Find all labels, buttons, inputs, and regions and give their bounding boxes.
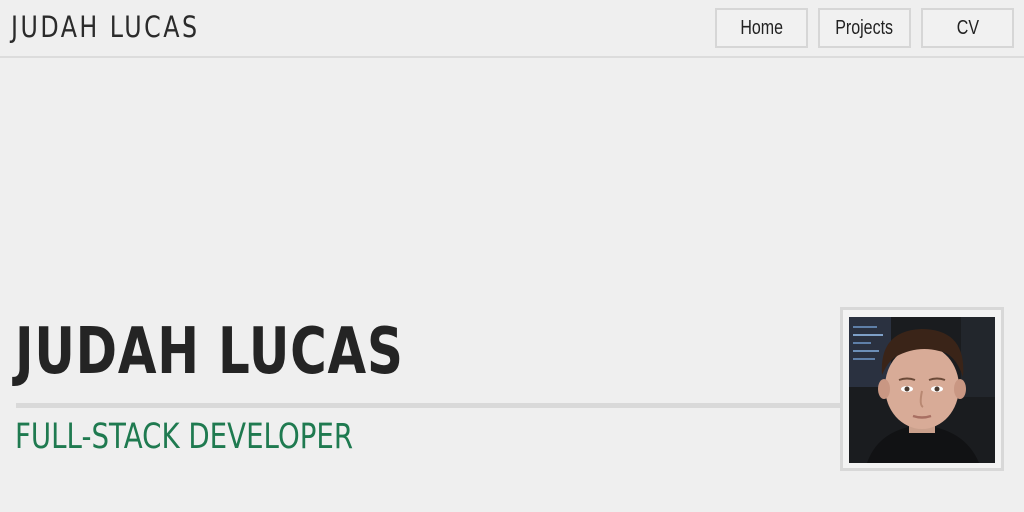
nav-home-label: Home	[740, 16, 783, 39]
profile-photo	[849, 317, 995, 463]
hero-divider	[16, 403, 841, 408]
hero-name: JUDAH LUCAS	[15, 315, 404, 389]
profile-photo-icon	[849, 317, 995, 463]
nav-cv-label: CV	[956, 16, 979, 39]
nav-home-button[interactable]: Home	[715, 8, 808, 48]
nav-cv-button[interactable]: CV	[921, 8, 1014, 48]
nav-projects-label: Projects	[835, 16, 894, 39]
nav-projects-button[interactable]: Projects	[818, 8, 911, 48]
site-brand[interactable]: JUDAH LUCAS	[11, 10, 200, 44]
profile-photo-frame	[840, 307, 1004, 471]
hero-role: FULL-STACK DEVELOPER	[15, 417, 354, 457]
top-navigation-bar: JUDAH LUCAS Home Projects CV	[0, 0, 1024, 58]
